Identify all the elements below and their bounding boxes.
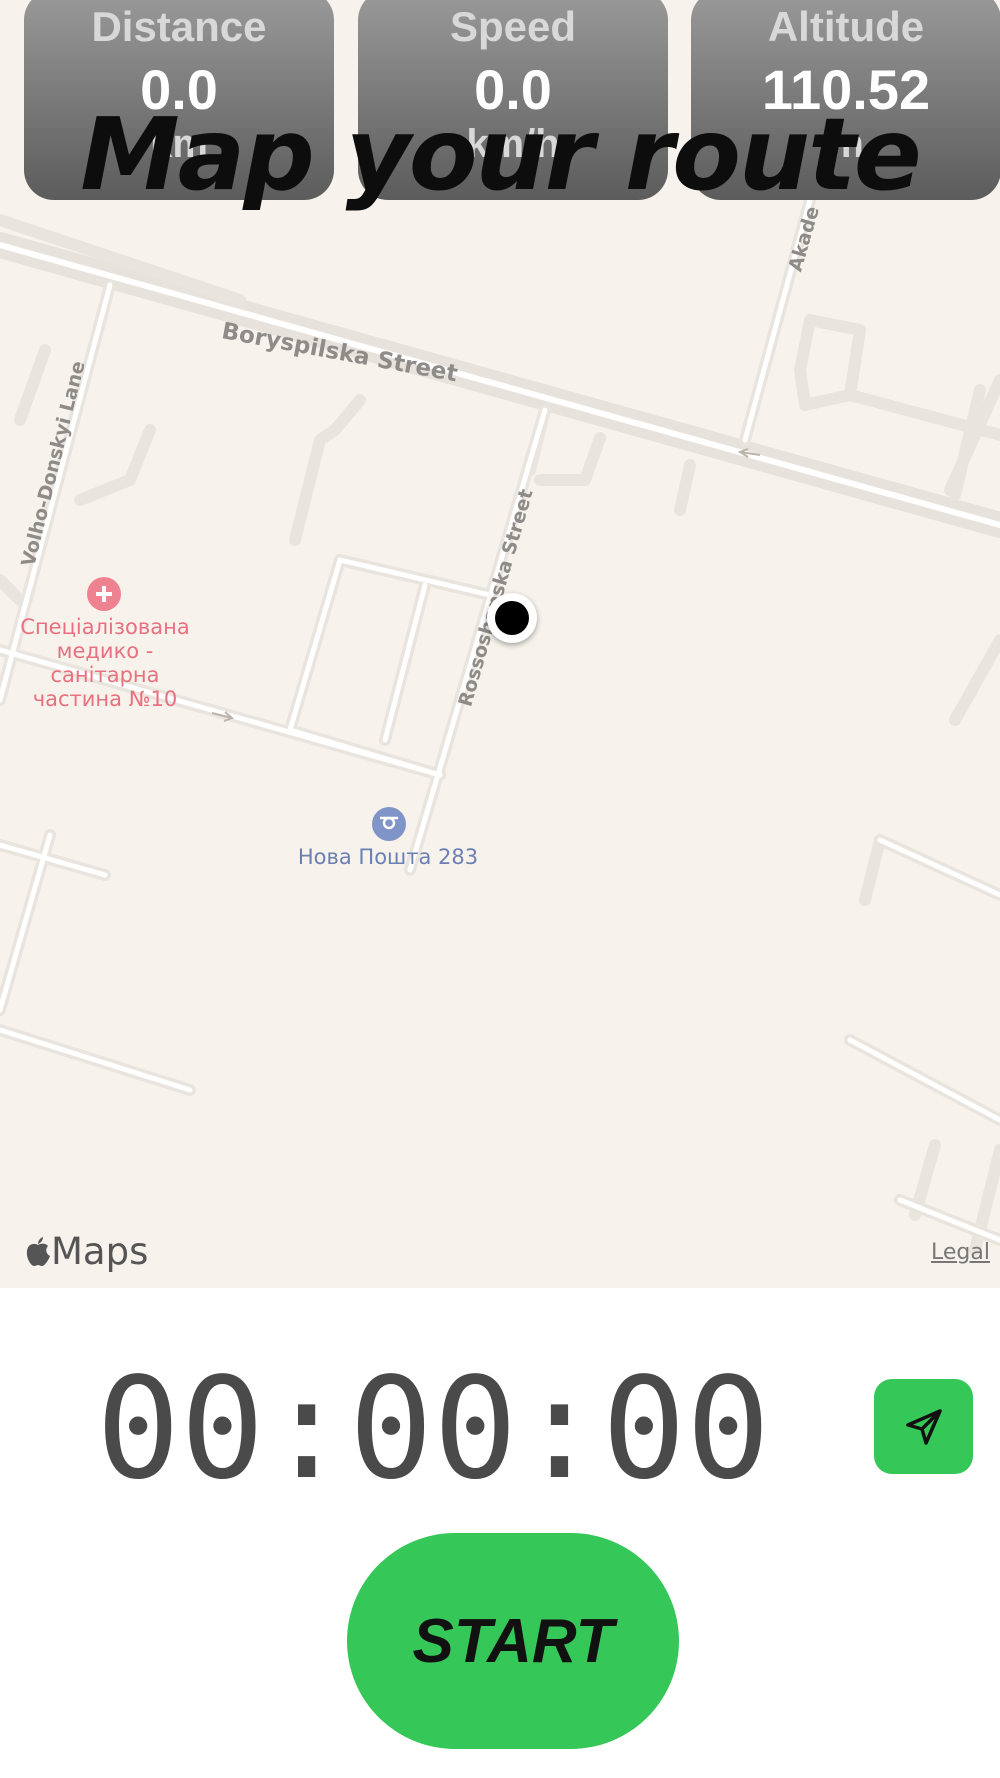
speed-label: Speed	[449, 3, 577, 50]
headline-title: Map your route	[80, 96, 921, 213]
medical-poi-label-line3: санітарна	[50, 663, 160, 687]
medical-poi-pin[interactable]	[87, 577, 121, 611]
medical-poi-label-line4: частина №10	[32, 687, 178, 711]
post-horn-icon	[380, 816, 398, 830]
navigation-button[interactable]	[874, 1379, 973, 1474]
post-poi-label[interactable]: Нова Пошта 283	[270, 845, 506, 869]
user-location-dot	[487, 593, 537, 643]
medical-cross-icon	[96, 586, 112, 602]
apple-logo-icon	[26, 1236, 50, 1266]
elapsed-timer: 00:00:00	[96, 1348, 771, 1511]
apple-maps-attribution[interactable]: Maps	[25, 1230, 148, 1273]
distance-label: Distance	[91, 3, 267, 50]
medical-poi-label-line1: Спеціалізована	[20, 615, 190, 639]
medical-poi-label-line2: медико -	[56, 639, 154, 663]
navigation-arrow-icon	[905, 1408, 942, 1445]
medical-poi-label[interactable]: Спеціалізована медико - санітарна частин…	[0, 615, 210, 711]
legal-link[interactable]: Legal	[931, 1240, 990, 1265]
start-button[interactable]: START	[347, 1533, 679, 1749]
post-poi-pin[interactable]	[372, 807, 406, 841]
altitude-label: Altitude	[767, 3, 925, 50]
maps-wordmark: Maps	[51, 1230, 149, 1273]
